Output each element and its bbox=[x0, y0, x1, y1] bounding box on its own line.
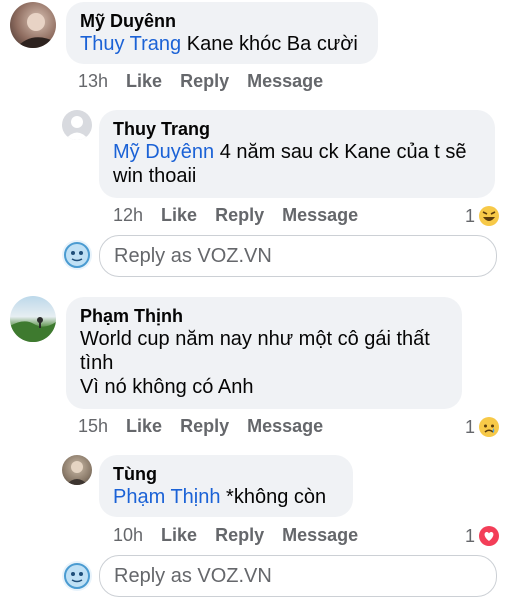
timestamp[interactable]: 15h bbox=[78, 416, 108, 437]
message-button[interactable]: Message bbox=[247, 71, 323, 92]
comment-bubble-2: Thuy Trang Mỹ Duyênn 4 năm sau ck Kane c… bbox=[99, 110, 495, 198]
message-button[interactable]: Message bbox=[282, 525, 358, 546]
comment-text-line-2: win thoaii bbox=[113, 165, 197, 187]
voz-mascot-icon bbox=[64, 563, 90, 589]
comment-author[interactable]: Mỹ Duyênn bbox=[80, 10, 366, 32]
avatar-photo-icon bbox=[66, 461, 88, 485]
mention-link[interactable]: Mỹ Duyênn bbox=[113, 141, 214, 163]
mention-link[interactable]: Thuy Trang bbox=[80, 33, 181, 55]
avatar-thuy-trang[interactable] bbox=[62, 110, 92, 140]
default-profile-icon bbox=[65, 116, 89, 140]
comment-actions-4: 10h Like Reply Message bbox=[113, 525, 376, 546]
like-button[interactable]: Like bbox=[161, 205, 197, 226]
comment-actions-2: 12h Like Reply Message bbox=[113, 205, 376, 226]
reaction-count: 1 bbox=[465, 205, 476, 226]
voz-mascot-icon bbox=[64, 242, 90, 268]
like-button[interactable]: Like bbox=[126, 416, 162, 437]
mention-link[interactable]: Phạm Thịnh bbox=[113, 486, 220, 508]
comment-actions-3: 15h Like Reply Message bbox=[78, 416, 341, 437]
reply-button[interactable]: Reply bbox=[180, 416, 229, 437]
comment-text-line-2: tình bbox=[80, 352, 114, 374]
reply-button[interactable]: Reply bbox=[215, 525, 264, 546]
comment-text-line-1: World cup năm nay như một cô gái thất bbox=[80, 328, 430, 350]
heart-emoji-icon bbox=[479, 526, 500, 546]
comment-bubble-4: Tùng Phạm Thịnh *không còn bbox=[99, 455, 353, 517]
like-button[interactable]: Like bbox=[161, 525, 197, 546]
avatar-voz-page bbox=[62, 561, 92, 591]
avatar-pham-thinh[interactable] bbox=[10, 296, 56, 342]
avatar-landscape-icon bbox=[10, 317, 56, 342]
message-button[interactable]: Message bbox=[247, 416, 323, 437]
reaction-count: 1 bbox=[465, 416, 476, 437]
comment-text: Phạm Thịnh *không còn bbox=[113, 486, 327, 508]
reply-input-1[interactable]: Reply as VOZ.VN bbox=[99, 235, 497, 277]
comment-text-line-1: Mỹ Duyênn 4 năm sau ck Kane của t sẽ bbox=[113, 141, 467, 163]
comment-author[interactable]: Thuy Trang bbox=[113, 118, 483, 140]
reply-input-2[interactable]: Reply as VOZ.VN bbox=[99, 555, 497, 597]
comment-text-line-3: Vì nó không có Anh bbox=[80, 376, 254, 398]
avatar-voz-page bbox=[62, 240, 92, 270]
avatar-photo-icon bbox=[16, 13, 56, 48]
message-button[interactable]: Message bbox=[282, 205, 358, 226]
avatar-tung[interactable] bbox=[62, 455, 92, 485]
comment-author[interactable]: Tùng bbox=[113, 463, 341, 485]
reply-button[interactable]: Reply bbox=[215, 205, 264, 226]
reaction-summary-4[interactable]: 1 bbox=[465, 525, 500, 547]
comment-author[interactable]: Phạm Thịnh bbox=[80, 305, 450, 327]
sad-emoji-icon bbox=[479, 417, 500, 437]
like-button[interactable]: Like bbox=[126, 71, 162, 92]
comment-bubble-3: Phạm Thịnh World cup năm nay như một cô … bbox=[66, 297, 462, 409]
comment-text: Thuy Trang Kane khóc Ba cười bbox=[80, 33, 358, 55]
laugh-emoji-icon bbox=[479, 206, 500, 226]
reaction-count: 1 bbox=[465, 525, 476, 546]
reaction-summary-3[interactable]: 1 bbox=[465, 416, 500, 438]
timestamp[interactable]: 10h bbox=[113, 525, 143, 546]
comment-bubble-1: Mỹ Duyênn Thuy Trang Kane khóc Ba cười bbox=[66, 2, 378, 64]
comment-actions-1: 13h Like Reply Message bbox=[78, 71, 341, 92]
reply-button[interactable]: Reply bbox=[180, 71, 229, 92]
timestamp[interactable]: 12h bbox=[113, 205, 143, 226]
timestamp[interactable]: 13h bbox=[78, 71, 108, 92]
avatar-my-duyenn[interactable] bbox=[10, 2, 56, 48]
reaction-summary-2[interactable]: 1 bbox=[465, 205, 500, 227]
